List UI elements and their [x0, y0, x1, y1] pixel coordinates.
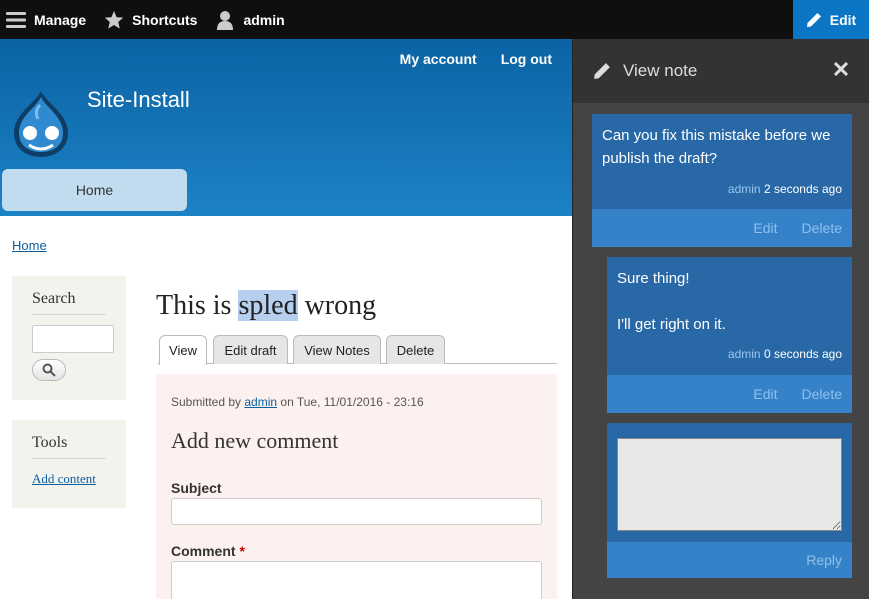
site-logo[interactable] [10, 89, 72, 159]
note-edit-link[interactable]: Edit [753, 386, 777, 402]
shortcuts-label: Shortcuts [132, 11, 198, 28]
reply-form: Reply [607, 423, 852, 578]
search-button[interactable] [32, 359, 66, 381]
secondary-menu: My account Log out [400, 51, 552, 67]
note-time: 2 seconds ago [763, 182, 842, 196]
site-name[interactable]: Site-Install [87, 87, 190, 113]
note-delete-link[interactable]: Delete [802, 386, 842, 402]
search-icon [42, 363, 56, 377]
tab-delete[interactable]: Delete [386, 335, 445, 364]
note-delete-link[interactable]: Delete [802, 220, 842, 236]
view-note-panel: View note Can you fix this mistake befor… [572, 39, 869, 599]
pencil-icon [806, 12, 822, 28]
primary-menu-home[interactable]: Home [2, 169, 187, 211]
manage-label: Manage [34, 11, 87, 28]
note-text: Can you fix this mistake before we publi… [602, 127, 831, 167]
panel-title: View note [623, 61, 698, 80]
title-selected-text[interactable]: spled [238, 290, 298, 321]
submitted-date: on Tue, 11/01/2016 - 23:16 [277, 395, 424, 409]
tab-edit-draft[interactable]: Edit draft [213, 335, 288, 364]
comment-form-heading: Add new comment [171, 428, 339, 453]
subject-label: Subject [171, 480, 222, 496]
tab-view[interactable]: View [159, 335, 207, 365]
node-tabs: View Edit draft View Notes Delete [158, 333, 557, 365]
note-actions: Edit Delete [592, 209, 852, 247]
search-block-title: Search [32, 290, 106, 315]
my-account-link[interactable]: My account [400, 51, 477, 67]
search-input[interactable] [32, 325, 114, 353]
user-menu-button[interactable]: admin [209, 0, 296, 39]
note-meta: admin 2 seconds ago [728, 182, 842, 196]
edit-toggle-button[interactable]: Edit [793, 0, 869, 39]
tab-view-notes[interactable]: View Notes [293, 335, 381, 364]
comment-field[interactable] [171, 561, 542, 599]
subject-field[interactable] [171, 498, 542, 525]
required-marker: * [239, 543, 245, 559]
log-out-link[interactable]: Log out [501, 51, 552, 67]
shortcuts-button[interactable]: Shortcuts [98, 0, 209, 39]
add-content-link[interactable]: Add content [32, 471, 106, 487]
manage-menu-button[interactable]: Manage [0, 0, 98, 39]
note-author-link[interactable]: admin [728, 182, 761, 196]
note-item: Can you fix this mistake before we publi… [592, 114, 852, 247]
submitted-info: Submitted by admin on Tue, 11/01/2016 - … [171, 395, 424, 409]
tools-block: Tools Add content [12, 420, 126, 508]
node-content: Submitted by admin on Tue, 11/01/2016 - … [156, 374, 557, 599]
submitted-prefix: Submitted by [171, 395, 245, 409]
title-text-after: wrong [297, 290, 377, 321]
pencil-icon [593, 62, 611, 80]
edit-label: Edit [829, 11, 857, 28]
breadcrumb-home-link[interactable]: Home [12, 238, 47, 253]
site-header: My account Log out Site-Install Home [0, 39, 572, 216]
note-time: 0 seconds ago [763, 347, 842, 361]
title-text-before: This is [156, 290, 239, 321]
note-text-line: Sure thing! [617, 270, 690, 287]
note-meta: admin 0 seconds ago [728, 347, 842, 361]
hamburger-icon [6, 10, 26, 30]
reply-button[interactable]: Reply [806, 552, 842, 568]
reply-textarea[interactable] [617, 438, 842, 531]
tools-block-title: Tools [32, 434, 106, 459]
note-reply-item: Sure thing! I'll get right on it. admin … [607, 257, 852, 413]
note-actions: Edit Delete [607, 375, 852, 413]
reply-footer: Reply [607, 542, 852, 578]
panel-header: View note [573, 39, 869, 103]
close-icon[interactable] [831, 59, 851, 79]
page-title: This is spled wrong [156, 290, 376, 322]
comment-label: Comment * [171, 543, 245, 559]
note-author-link[interactable]: admin [728, 347, 761, 361]
note-text-line: I'll get right on it. [617, 316, 726, 333]
admin-toolbar: Manage Shortcuts admin Edit [0, 0, 869, 39]
comment-label-text: Comment [171, 543, 236, 559]
author-link[interactable]: admin [244, 395, 277, 409]
note-text: Sure thing! I'll get right on it. [617, 267, 842, 336]
note-edit-link[interactable]: Edit [753, 220, 777, 236]
user-icon [215, 10, 235, 30]
search-block: Search [12, 276, 126, 400]
user-label: admin [243, 11, 285, 28]
star-icon [104, 10, 124, 30]
